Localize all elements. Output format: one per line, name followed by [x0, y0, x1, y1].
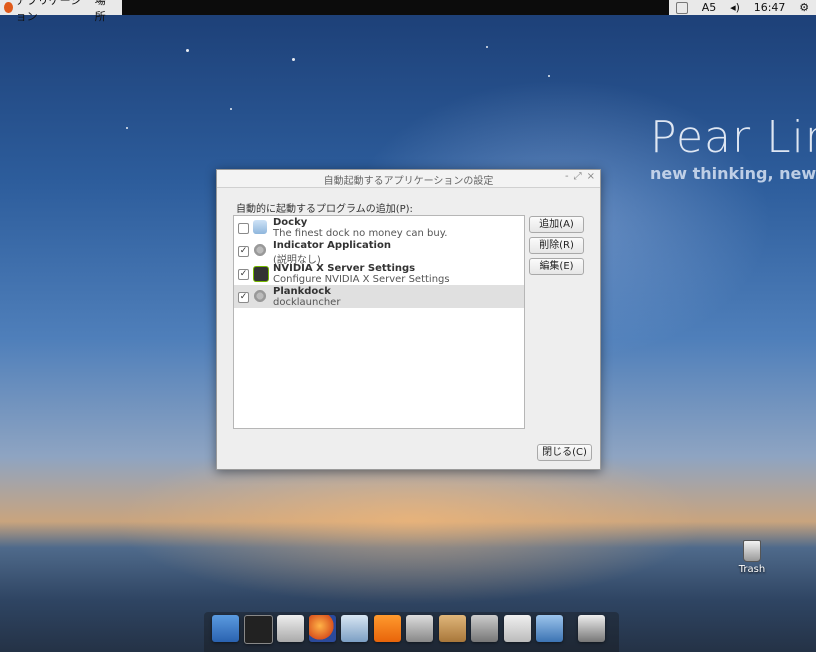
- camera-icon[interactable]: [406, 615, 433, 642]
- trash-icon[interactable]: [578, 615, 605, 642]
- startup-programs-label: 自動的に起動するプログラムの追加(P):: [236, 204, 413, 215]
- network-icon[interactable]: [675, 1, 688, 14]
- star: [126, 127, 128, 129]
- star: [186, 49, 189, 52]
- list-item[interactable]: ✓ Plankdock docklauncher: [234, 285, 524, 308]
- maximize-icon[interactable]: ⤢: [574, 171, 582, 182]
- settings-icon[interactable]: [504, 615, 531, 642]
- package-icon[interactable]: [439, 615, 466, 642]
- star: [292, 58, 295, 61]
- item-name: Plankdock: [273, 286, 331, 297]
- star: [230, 108, 232, 110]
- drive-icon[interactable]: [277, 615, 304, 642]
- startup-programs-list[interactable]: Docky The finest dock no money can buy. …: [233, 215, 525, 429]
- item-checkbox[interactable]: [238, 223, 249, 234]
- list-item[interactable]: ✓ NVIDIA X Server Settings Configure NVI…: [234, 262, 524, 285]
- anchor-icon[interactable]: [212, 615, 239, 642]
- dialog-titlebar[interactable]: 自動起動するアプリケーションの設定 ‐ ⤢ ×: [217, 170, 600, 188]
- branding-tagline: new thinking, new p: [650, 164, 816, 183]
- trash-desktop-icon[interactable]: Trash: [737, 540, 767, 575]
- close-icon[interactable]: ×: [587, 171, 595, 182]
- branding-title: Pear Lin: [650, 112, 816, 163]
- menu-applications[interactable]: アプリケーション: [16, 0, 85, 24]
- minimize-icon[interactable]: ‐: [565, 171, 569, 182]
- nvidia-icon: [253, 266, 269, 282]
- add-button[interactable]: 追加(A): [529, 216, 584, 233]
- input-method-indicator[interactable]: A5: [702, 1, 717, 14]
- vlc-icon[interactable]: [374, 615, 401, 642]
- close-button[interactable]: 閉じる(C): [537, 444, 592, 461]
- ubuntu-logo-icon[interactable]: [4, 2, 13, 13]
- startup-applications-dialog: 自動起動するアプリケーションの設定 ‐ ⤢ × 自動的に起動するプログラムの追加…: [216, 169, 601, 470]
- mail-icon[interactable]: [341, 615, 368, 642]
- trash-label: Trash: [738, 564, 766, 575]
- item-name: NVIDIA X Server Settings: [273, 263, 416, 274]
- list-item[interactable]: ✓ Indicator Application (説明なし): [234, 239, 524, 266]
- firefox-icon[interactable]: [309, 615, 336, 642]
- top-panel: アプリケーション 場所 A5 ◂) 16:47 ⚙: [0, 0, 816, 23]
- terminal-icon[interactable]: [244, 615, 273, 644]
- panel-menu: アプリケーション 場所: [0, 0, 122, 23]
- volume-icon[interactable]: ◂): [730, 1, 740, 14]
- gear-icon: [253, 289, 267, 303]
- docky-icon: [253, 220, 267, 234]
- item-name: Indicator Application: [273, 240, 391, 251]
- item-checkbox[interactable]: ✓: [238, 292, 249, 303]
- gear-icon: [253, 243, 267, 257]
- item-description: docklauncher: [273, 297, 341, 308]
- system-tray: A5 ◂) 16:47 ⚙: [669, 0, 816, 15]
- star: [548, 75, 550, 77]
- tools-icon[interactable]: [471, 615, 498, 642]
- clock[interactable]: 16:47: [754, 1, 786, 14]
- list-item[interactable]: Docky The finest dock no money can buy.: [234, 216, 524, 239]
- menu-places[interactable]: 場所: [95, 0, 112, 24]
- item-description: Configure NVIDIA X Server Settings: [273, 274, 450, 285]
- edit-button[interactable]: 編集(E): [529, 258, 584, 275]
- dialog-title: 自動起動するアプリケーションの設定: [323, 176, 494, 187]
- remove-button[interactable]: 削除(R): [529, 237, 584, 254]
- item-name: Docky: [273, 217, 308, 228]
- item-checkbox[interactable]: ✓: [238, 246, 249, 257]
- item-description: The finest dock no money can buy.: [273, 228, 448, 239]
- star: [486, 46, 488, 48]
- item-checkbox[interactable]: ✓: [238, 269, 249, 280]
- display-icon[interactable]: [536, 615, 563, 642]
- trash-icon: [743, 540, 761, 562]
- gear-icon[interactable]: ⚙: [799, 1, 809, 14]
